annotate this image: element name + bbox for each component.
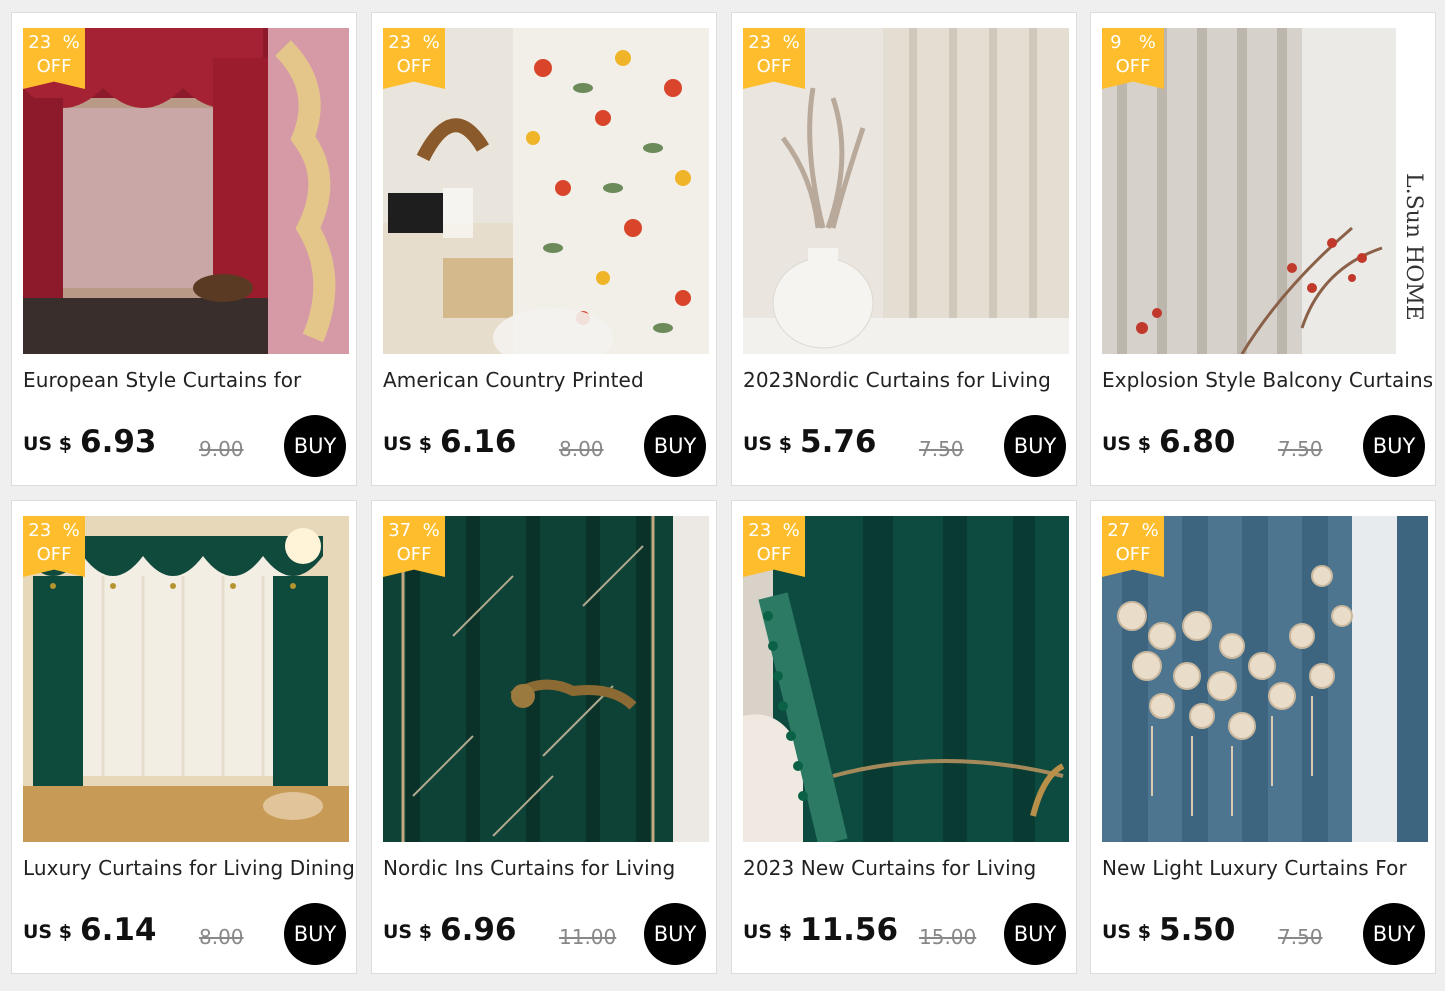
- currency-label: US $: [743, 433, 792, 455]
- product-card[interactable]: 23 % OFF Luxury Curtains for Living Dinin…: [11, 500, 357, 974]
- original-price: 7.50: [919, 437, 964, 461]
- original-price: 8.00: [199, 925, 244, 949]
- product-card[interactable]: 37 % OFF Nordic Ins Curtains for Living U…: [371, 500, 717, 974]
- product-image[interactable]: 9 % OFF L.Sun HOME: [1102, 28, 1428, 354]
- sale-price: 6.14: [80, 912, 157, 948]
- buy-button[interactable]: BUY: [644, 415, 706, 477]
- product-image[interactable]: 23 % OFF: [23, 516, 349, 842]
- buy-button[interactable]: BUY: [284, 415, 346, 477]
- product-image[interactable]: 23 % OFF: [743, 516, 1069, 842]
- product-title[interactable]: European Style Curtains for: [23, 368, 353, 392]
- currency-label: US $: [23, 921, 72, 943]
- product-title[interactable]: 2023Nordic Curtains for Living: [743, 368, 1073, 392]
- product-card[interactable]: 23 % OFF 2023Nordic Curtains for Living U…: [731, 12, 1077, 486]
- original-price: 8.00: [559, 437, 604, 461]
- currency-label: US $: [1102, 921, 1151, 943]
- buy-button[interactable]: BUY: [1363, 903, 1425, 965]
- product-card[interactable]: 9 % OFF L.Sun HOME Explosion Style Balcon…: [1090, 12, 1436, 486]
- original-price: 11.00: [559, 925, 617, 949]
- buy-button[interactable]: BUY: [644, 903, 706, 965]
- original-price: 9.00: [199, 437, 244, 461]
- discount-badge: 37 % OFF: [383, 516, 445, 577]
- product-title[interactable]: American Country Printed: [383, 368, 713, 392]
- currency-label: US $: [383, 433, 432, 455]
- buy-button[interactable]: BUY: [1004, 415, 1066, 477]
- original-price: 15.00: [919, 925, 977, 949]
- product-title[interactable]: New Light Luxury Curtains For: [1102, 856, 1432, 880]
- product-card[interactable]: 23 % OFF European Style Curtains for US $…: [11, 12, 357, 486]
- product-card[interactable]: 27 % OFF New Light Luxury Curtains For US…: [1090, 500, 1436, 974]
- product-image[interactable]: 23 % OFF: [383, 28, 709, 354]
- product-title[interactable]: Explosion Style Balcony Curtains: [1102, 368, 1432, 392]
- sale-price: 5.50: [1159, 912, 1236, 948]
- discount-badge: 23 % OFF: [383, 28, 445, 89]
- brand-watermark: L.Sun HOME: [1401, 173, 1426, 321]
- product-title[interactable]: 2023 New Curtains for Living: [743, 856, 1073, 880]
- product-title[interactable]: Nordic Ins Curtains for Living: [383, 856, 713, 880]
- product-image[interactable]: 23 % OFF: [743, 28, 1069, 354]
- product-card[interactable]: 23 % OFF American Country Printed US $ 6.…: [371, 12, 717, 486]
- currency-label: US $: [743, 921, 792, 943]
- product-card[interactable]: 23 % OFF 2023 New Curtains for Living US …: [731, 500, 1077, 974]
- sale-price: 11.56: [800, 912, 899, 948]
- original-price: 7.50: [1278, 925, 1323, 949]
- product-image[interactable]: 23 % OFF: [23, 28, 349, 354]
- sale-price: 6.80: [1159, 424, 1236, 460]
- currency-label: US $: [23, 433, 72, 455]
- sale-price: 6.16: [440, 424, 517, 460]
- discount-badge: 23 % OFF: [743, 516, 805, 577]
- discount-badge: 9 % OFF: [1102, 28, 1164, 89]
- sale-price: 5.76: [800, 424, 877, 460]
- buy-button[interactable]: BUY: [284, 903, 346, 965]
- product-image[interactable]: 27 % OFF: [1102, 516, 1428, 842]
- discount-badge: 23 % OFF: [23, 28, 85, 89]
- product-image[interactable]: 37 % OFF: [383, 516, 709, 842]
- currency-label: US $: [1102, 433, 1151, 455]
- buy-button[interactable]: BUY: [1004, 903, 1066, 965]
- product-title[interactable]: Luxury Curtains for Living Dining: [23, 856, 353, 880]
- buy-button[interactable]: BUY: [1363, 415, 1425, 477]
- discount-badge: 23 % OFF: [743, 28, 805, 89]
- currency-label: US $: [383, 921, 432, 943]
- sale-price: 6.96: [440, 912, 517, 948]
- product-grid: 23 % OFF European Style Curtains for US $…: [0, 0, 1445, 991]
- discount-badge: 27 % OFF: [1102, 516, 1164, 577]
- sale-price: 6.93: [80, 424, 157, 460]
- discount-badge: 23 % OFF: [23, 516, 85, 577]
- original-price: 7.50: [1278, 437, 1323, 461]
